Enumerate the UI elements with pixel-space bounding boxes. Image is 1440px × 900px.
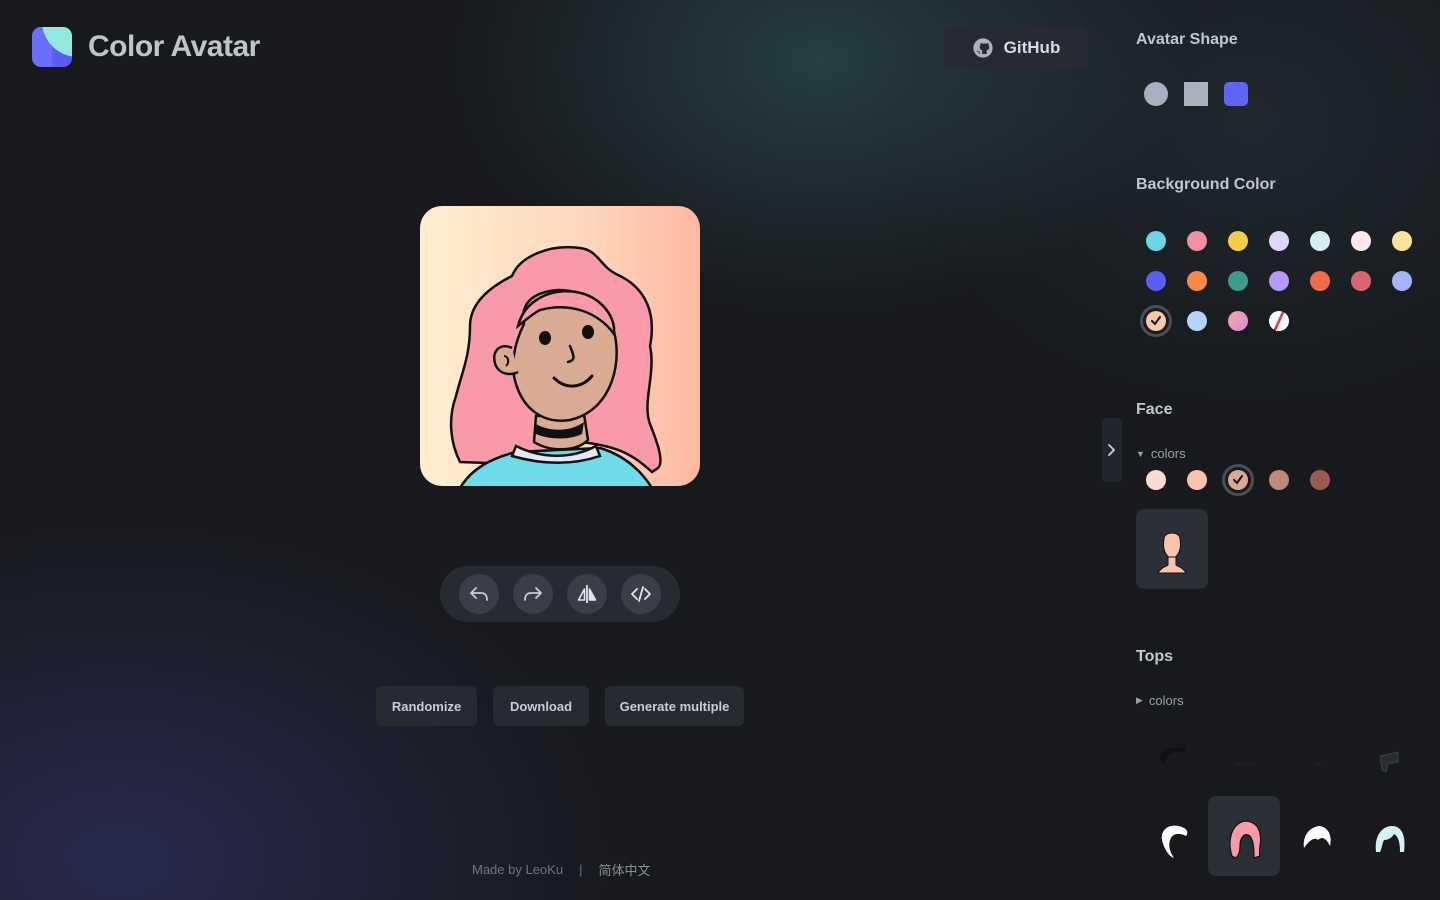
undo-button[interactable] [459,574,499,614]
face-color-swatch[interactable] [1228,470,1248,490]
shape-square-option[interactable] [1184,82,1208,106]
background-color-swatch[interactable] [1351,271,1371,291]
top-option-6[interactable] [1208,796,1280,876]
face-shape-icon [1157,532,1187,574]
footer-separator: | [579,862,583,877]
download-button[interactable]: Download [493,686,589,726]
background-color-swatch[interactable] [1187,311,1207,331]
chevron-right-icon [1108,444,1116,456]
top-option-3[interactable] [1280,716,1352,796]
checkmark-icon [1233,475,1243,485]
face-colors-toggle[interactable]: ▼ colors [1136,446,1186,461]
background-color-swatch[interactable] [1187,231,1207,251]
long-wavy-hair-icon [1229,820,1262,859]
top-option-8[interactable] [1352,796,1424,876]
shape-squircle-option[interactable] [1224,82,1248,106]
randomize-button[interactable]: Randomize [376,686,477,726]
footer: Made by LeoKu | 简体中文 [472,860,650,879]
background-color-swatch[interactable] [1146,311,1166,331]
top-option-4[interactable] [1352,716,1424,796]
side-swept-hair-icon [1161,825,1188,858]
logo-icon [32,27,72,67]
checkmark-icon [1151,316,1161,326]
face-color-swatch[interactable] [1310,470,1330,490]
tops-title: Tops [1136,648,1174,665]
buzz-hair-icon [1315,762,1321,766]
background-color-swatch[interactable] [1392,271,1412,291]
github-button[interactable]: GitHub [944,27,1088,69]
background-color-swatch[interactable] [1269,231,1289,251]
background-color-swatch[interactable] [1228,311,1248,331]
flip-button[interactable] [567,574,607,614]
face-color-swatch[interactable] [1269,470,1289,490]
top-option-7[interactable] [1280,796,1352,876]
hat-icon [1379,751,1399,773]
background-color-swatch[interactable] [1392,231,1412,251]
curly-hair-icon [1235,761,1253,766]
background-color-swatch[interactable] [1310,231,1330,251]
background-color-swatch[interactable] [1269,271,1289,291]
medium-hair-icon [1375,826,1405,852]
top-option-5[interactable] [1136,796,1208,876]
face-color-swatch[interactable] [1146,470,1166,490]
app-title: Color Avatar [88,30,260,63]
background-color-swatch[interactable] [1187,271,1207,291]
short-hair-icon [1160,747,1187,764]
background-color-swatch[interactable] [1310,271,1330,291]
face-color-swatch[interactable] [1187,470,1207,490]
redo-icon [524,587,542,601]
tops-colors-label: colors [1148,693,1184,708]
code-icon [631,586,651,602]
face-option-tile[interactable] [1136,509,1208,589]
made-by-link[interactable]: Made by LeoKu [472,862,563,877]
background-color-swatch[interactable] [1146,271,1166,291]
config-panel: Avatar Shape Background Color Face ▼ col… [1136,0,1426,900]
code-button[interactable] [621,574,661,614]
face-title: Face [1136,401,1173,418]
background-color-swatch[interactable] [1146,231,1166,251]
github-label: GitHub [1003,38,1061,57]
background-color-swatch[interactable] [1228,231,1248,251]
background-color-title: Background Color [1136,176,1276,193]
undo-icon [470,587,488,601]
shape-circle-option[interactable] [1144,82,1168,106]
avatar-shape-title: Avatar Shape [1136,31,1238,48]
background-color-swatch[interactable] [1351,231,1371,251]
tops-colors-toggle[interactable]: ▶ colors [1136,693,1184,708]
avatar-illustration [449,246,662,486]
app-logo[interactable]: Color Avatar [32,27,260,67]
background-color-swatch[interactable] [1269,311,1289,331]
panel-toggle-button[interactable] [1102,418,1122,482]
top-option-1[interactable] [1136,716,1208,796]
top-option-2[interactable] [1208,716,1280,796]
language-switch[interactable]: 简体中文 [598,860,650,879]
avatar-preview [420,206,700,486]
face-colors-label: colors [1150,446,1186,461]
bob-hair-icon [1303,826,1331,848]
background-color-swatch[interactable] [1228,271,1248,291]
caret-down-icon: ▼ [1136,448,1145,459]
github-icon [973,38,993,58]
caret-right-icon: ▶ [1136,695,1143,705]
flip-icon [577,585,597,603]
redo-button[interactable] [513,574,553,614]
action-toolbar [440,566,680,622]
generate-multiple-button[interactable]: Generate multiple [605,686,744,726]
